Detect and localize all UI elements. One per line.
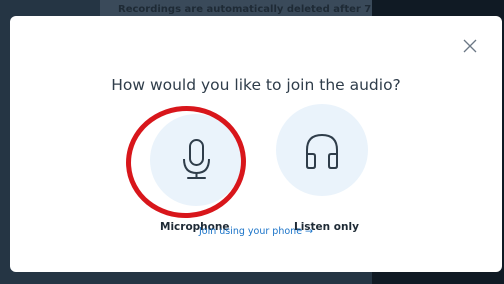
modal-title: How would you like to join the audio? [111,76,401,94]
close-icon [463,39,477,53]
background-notice-bar: Recordings are automatically deleted aft… [100,0,372,16]
listen-only-circle[interactable] [276,104,368,196]
join-audio-modal: How would you like to join the audio? Mi… [10,16,502,272]
listen-only-option[interactable]: Listen only [274,104,386,234]
headphones-icon [306,133,338,169]
background-notice-text: Recordings are automatically deleted aft… [118,4,372,15]
join-by-phone-link[interactable]: Join using your phone → [10,226,502,237]
close-button[interactable] [462,38,478,54]
